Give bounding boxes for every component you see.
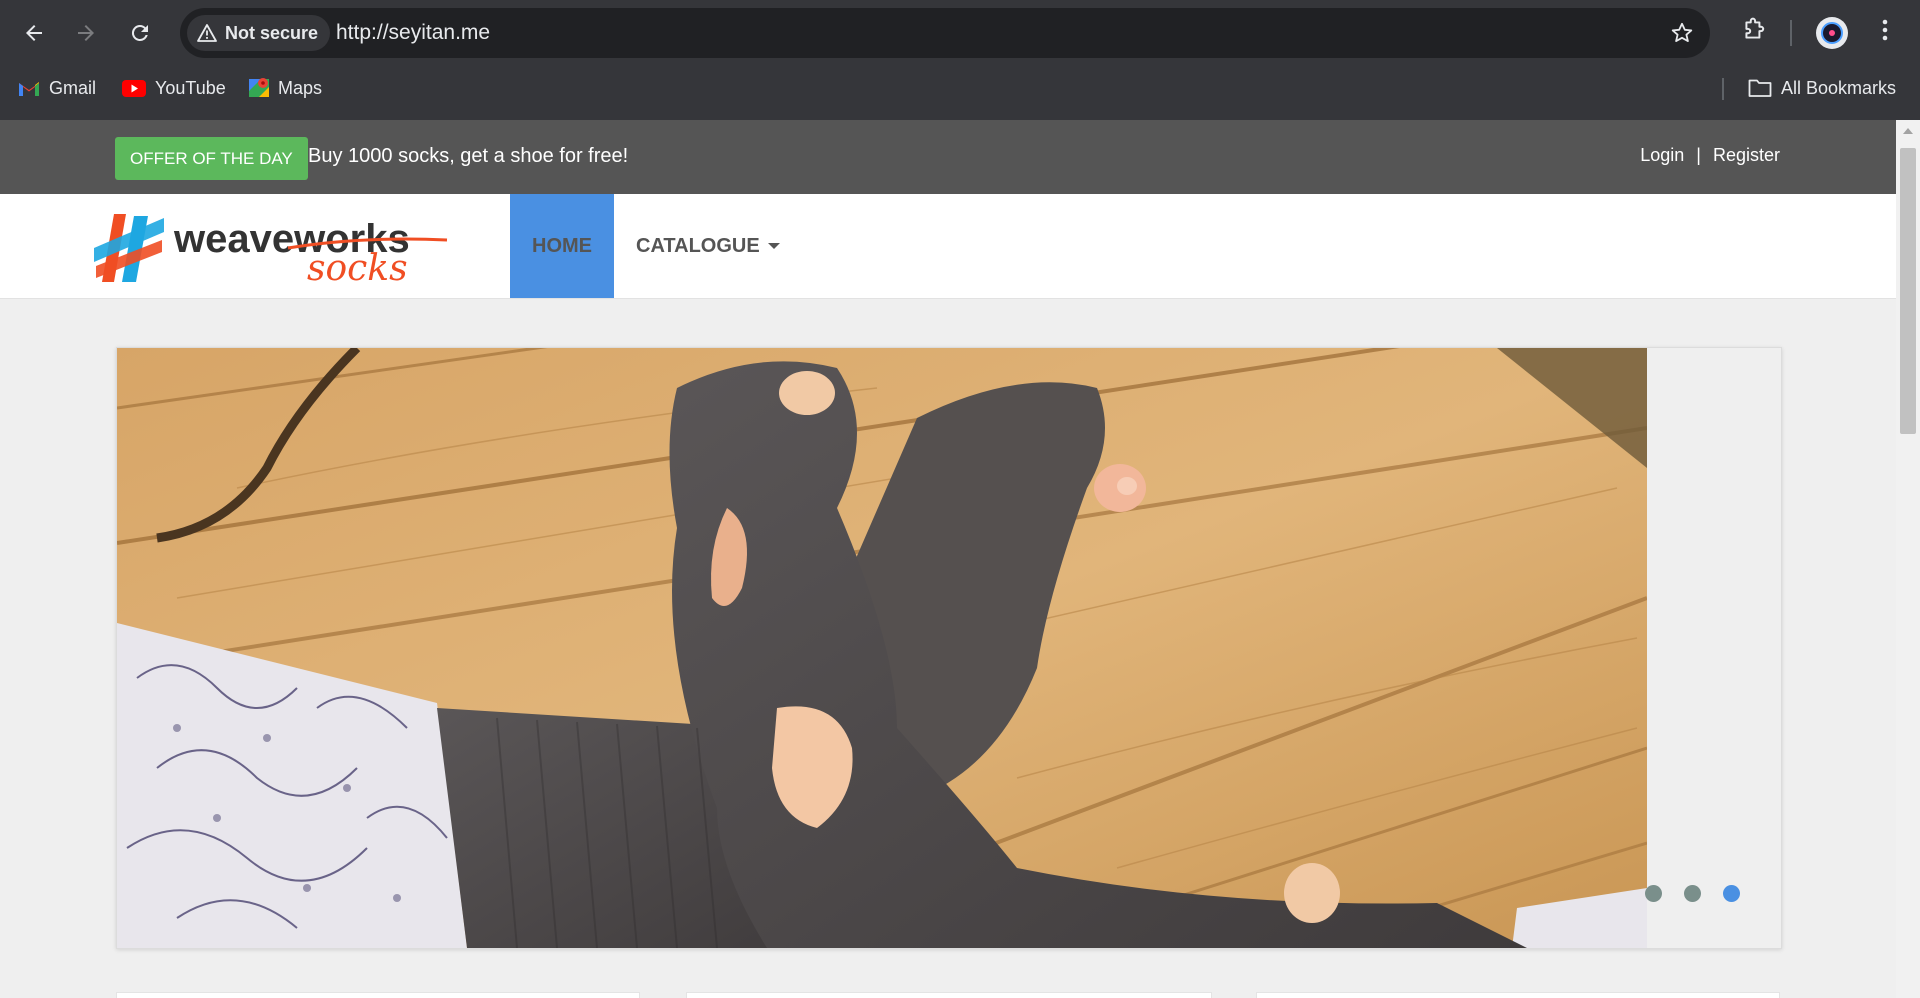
carousel-dot-2[interactable] [1684,885,1701,902]
weaveworks-socks-logo[interactable]: weaveworks socks [92,210,452,289]
reload-icon [131,24,148,41]
carousel-dot-1[interactable] [1645,885,1662,902]
offer-text: Buy 1000 socks, get a shoe for free! [308,145,629,167]
worn-socks-photo [117,348,1647,948]
bookmarks-bar: Gmail YouTube Maps All Bookmarks [0,72,1920,104]
bookmark-label: YouTube [155,77,226,98]
nav-home-label: HOME [532,234,592,257]
folder-icon [1748,79,1772,97]
bookmark-label: Gmail [49,77,97,98]
page-scrollbar[interactable] [1896,120,1920,998]
bookmark-maps[interactable]: Maps [249,72,322,104]
feature-card [1256,992,1780,998]
puzzle-icon [1745,17,1765,39]
all-bookmarks-label: All Bookmarks [1781,77,1897,98]
warning-icon [197,24,217,42]
logo-graphic: weaveworks socks [94,214,448,289]
profile-avatar[interactable] [1816,17,1848,49]
browser-toolbar: Not secure http://seyitan.me [0,0,1920,66]
login-link[interactable]: Login [1640,145,1684,166]
nav-home-tab[interactable]: HOME [510,194,614,298]
carousel-indicators [1645,885,1740,902]
address-bar[interactable]: Not secure http://seyitan.me [180,8,1710,58]
scrollbar-thumb[interactable] [1900,148,1916,434]
all-bookmarks-button[interactable]: All Bookmarks [1748,72,1896,104]
menu-button[interactable] [1878,17,1892,48]
security-chip[interactable]: Not secure [187,15,331,51]
toolbar-divider [1790,20,1792,46]
bookmark-gmail[interactable]: Gmail [18,72,96,104]
arrow-right-icon [78,25,94,41]
main-navbar: weaveworks socks HOME CATALOGUE [0,194,1896,299]
offer-of-the-day-button[interactable]: OFFER OF THE DAY [115,137,308,180]
hero-carousel [116,347,1782,949]
bookmark-star-button[interactable] [1670,21,1694,50]
page-viewport: OFFER OF THE DAY Buy 1000 socks, get a s… [0,120,1896,998]
star-icon [1671,22,1693,42]
carousel-slide-image[interactable] [117,348,1647,948]
register-link[interactable]: Register [1713,145,1780,166]
profile-ring-icon [1821,22,1843,44]
caret-down-icon [767,243,780,249]
bookmark-youtube[interactable]: YouTube [122,72,226,104]
feature-cards-row [116,992,1780,998]
offer-topbar: OFFER OF THE DAY Buy 1000 socks, get a s… [0,120,1896,194]
carousel-dot-3-active[interactable] [1723,885,1740,902]
auth-separator: | [1696,145,1701,165]
nav-catalogue-dropdown[interactable]: CATALOGUE [636,194,780,298]
kebab-menu-icon [1882,19,1888,41]
logo-word-socks: socks [307,248,408,285]
auth-links: Login | Register [1640,145,1780,166]
browser-chrome: Not secure http://seyitan.me Gmail YouTu… [0,0,1920,120]
bookmarks-divider [1722,78,1724,100]
bookmark-label: Maps [278,77,323,98]
extensions-button[interactable] [1741,17,1767,48]
feature-card [116,992,640,998]
security-label: Not secure [225,22,319,43]
scroll-up-arrow-icon[interactable] [1903,128,1913,134]
maps-icon [249,78,269,97]
arrow-left-icon [26,25,42,41]
offer-button-label: OFFER OF THE DAY [130,148,293,168]
url-text[interactable]: http://seyitan.me [336,21,490,45]
back-button[interactable] [16,15,52,51]
forward-button[interactable] [68,15,104,51]
youtube-icon [122,79,146,97]
reload-button[interactable] [122,15,158,51]
nav-catalogue-label: CATALOGUE [636,234,760,257]
gmail-icon [19,81,39,96]
feature-card [686,992,1212,998]
